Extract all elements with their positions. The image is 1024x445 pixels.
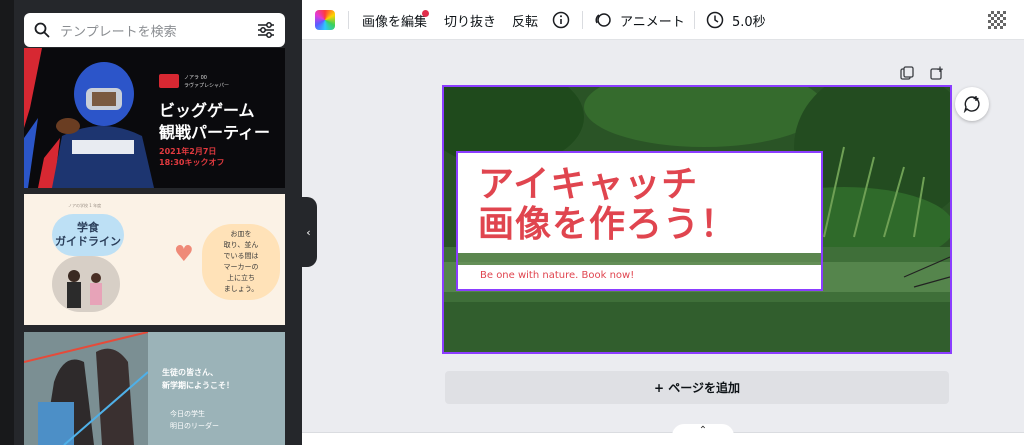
flip-button[interactable]: 反転 — [512, 0, 538, 40]
headline-textbox[interactable]: アイキャッチ 画像を作ろう！ Be one with nature. Book … — [456, 151, 823, 291]
tagline-text[interactable]: Be one with nature. Book now! — [480, 270, 634, 281]
template-title: ビッグゲーム 観戦パーティー — [159, 101, 271, 142]
template-thumbnail-big-game[interactable]: ノアラ 00 ラヴァプレシャパー ビッグゲーム 観戦パーティー 2021年2月7… — [24, 48, 285, 188]
chevron-left-icon: ‹ — [306, 225, 311, 239]
edit-image-button[interactable]: 画像を編集 — [362, 0, 427, 40]
checker-icon — [988, 11, 1006, 29]
editor-toolbar: 画像を編集 切り抜き 反転 アニメート 5.0秒 — [302, 0, 1024, 40]
add-page-icon-button[interactable] — [928, 64, 946, 82]
template-thumbnail-new-semester[interactable]: 生徒の皆さん、 新学期にようこそ！ 今日の学生 明日のリーダー — [24, 332, 285, 445]
template-search[interactable]: テンプレートを検索 — [24, 13, 285, 47]
textbox-divider-band — [458, 253, 821, 265]
info-button[interactable] — [552, 0, 570, 40]
template-thumbnail-cafeteria[interactable]: ノアの学校 1 年度 学食 ガイドライン ♥ お皿を 取り、並ん でいる間は マ… — [24, 194, 285, 325]
template-note: お皿を 取り、並ん でいる間は マーカーの 上に立ち ましょう。 — [202, 224, 280, 300]
toolbar-divider — [694, 11, 695, 29]
info-icon — [552, 11, 570, 29]
template-date: 2021年2月7日 18:30キックオフ — [159, 147, 225, 167]
team-logo — [159, 74, 179, 88]
search-icon — [34, 22, 50, 38]
football-player-image — [52, 62, 154, 188]
add-page-icon — [930, 66, 943, 80]
notification-dot — [422, 10, 429, 17]
add-page-button[interactable]: + ページを追加 — [445, 371, 949, 404]
template-subtitle: 今日の学生 明日のリーダー — [170, 410, 219, 430]
heart-icon: ♥ — [174, 242, 194, 267]
search-input[interactable]: テンプレートを検索 — [60, 21, 247, 40]
animate-label: アニメート — [620, 14, 685, 30]
template-title: 生徒の皆さん、 新学期にようこそ！ — [162, 368, 234, 390]
chevron-up-icon: ⌃ — [698, 425, 708, 436]
expand-notes-button[interactable]: ⌃ — [672, 424, 734, 445]
template-bubble-title: 学食 ガイドライン — [52, 214, 124, 256]
color-swatch-icon — [315, 10, 335, 30]
headline-text[interactable]: アイキャッチ 画像を作ろう！ — [478, 165, 737, 245]
duplicate-icon — [900, 66, 914, 80]
duplicate-page-button[interactable] — [898, 64, 916, 82]
add-comment-button[interactable] — [955, 87, 989, 121]
collapse-panel-button[interactable]: ‹ — [300, 197, 317, 267]
template-small-text: ノアの学校 1 年度 — [68, 203, 102, 208]
sliders-icon[interactable] — [257, 22, 275, 38]
students-photo — [52, 256, 120, 312]
bottom-bar — [302, 432, 1024, 445]
toolbar-divider — [348, 11, 349, 29]
animate-icon — [595, 13, 611, 27]
animate-button[interactable]: アニメート — [594, 0, 685, 40]
transparency-button[interactable] — [988, 0, 1006, 40]
duration-button[interactable]: 5.0秒 — [706, 0, 766, 40]
clock-icon — [706, 11, 724, 29]
color-picker-button[interactable] — [315, 0, 335, 40]
template-small-text: ノアラ 00 ラヴァプレシャパー — [184, 75, 230, 89]
duration-label: 5.0秒 — [732, 14, 766, 30]
left-rail — [0, 0, 14, 445]
toolbar-divider — [582, 11, 583, 29]
crop-button[interactable]: 切り抜き — [444, 0, 496, 40]
comment-add-icon — [963, 96, 980, 113]
students-photo — [24, 332, 149, 445]
